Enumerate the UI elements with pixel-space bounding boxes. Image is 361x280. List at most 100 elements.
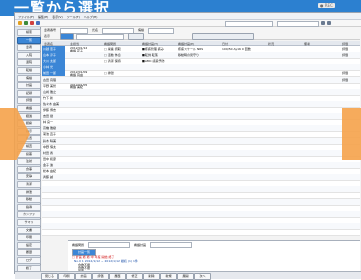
cell-problem: □ 清潔 保持 xyxy=(104,59,121,64)
filter-label-id: 患者番号 xyxy=(44,28,57,32)
sidebar-item[interactable]: 排泄 xyxy=(17,188,41,196)
patient-name[interactable]: 林 良一 xyxy=(42,119,65,125)
table-row[interactable] xyxy=(42,229,360,236)
detail-label-problem: 看護問題 xyxy=(72,243,85,247)
patient-name[interactable]: 山本 淳子 xyxy=(42,52,65,59)
cell-plan: ■転倒 転落 xyxy=(142,53,158,58)
patient-grid: 川越 恵子 2012/01/12 看護 花子 □ 栄養 摂取 ■疼痛管理 痛み 疼痛スケー… xyxy=(42,46,360,236)
detail-label-plan: 看護計画 xyxy=(134,243,147,247)
save-icon[interactable] xyxy=(24,21,28,25)
menu-help[interactable]: ヘルプ(H) xyxy=(84,15,98,19)
menu-bar: ファイル(F) 編集(E) 表示(V) ツール(T) ヘルプ(H) xyxy=(15,13,361,20)
open-icon[interactable] xyxy=(18,21,22,25)
sidebar-item[interactable]: 履歴 xyxy=(17,249,41,257)
toolbar xyxy=(15,20,361,27)
sidebar-item[interactable]: 計画 xyxy=(17,82,41,90)
patient-name[interactable]: 菊池 直子 xyxy=(42,131,65,137)
bottom-button[interactable]: 次へ xyxy=(194,273,211,280)
menu-file[interactable]: ファイル(F) xyxy=(18,15,34,19)
patient-name[interactable]: 高橋 雅樹 xyxy=(42,125,65,131)
patient-name[interactable]: 佐々木 由美 xyxy=(42,101,65,107)
display-toggle[interactable] xyxy=(60,33,74,40)
filter-label-display: 表示 xyxy=(44,34,51,38)
patient-name[interactable]: 斉藤 誠 xyxy=(42,174,65,180)
bottom-button[interactable]: 履歴 xyxy=(109,273,126,280)
bottom-button[interactable]: 修正 xyxy=(126,273,143,280)
filter-bar: 患者番号 氏名 病棟 表示 xyxy=(42,27,360,40)
patient-name[interactable]: 竹下 新 xyxy=(42,95,65,101)
cell-plan: ■疼痛管理 痛み xyxy=(142,47,164,51)
sidebar-item[interactable]: 記録 xyxy=(17,89,41,97)
sidebar-item[interactable]: 食事 xyxy=(17,165,41,173)
patient-name[interactable]: 山崎 雅之 xyxy=(42,89,65,95)
filter-label-ward: 病棟 xyxy=(138,28,145,32)
patient-name[interactable]: 伊藤 博志 xyxy=(42,107,65,113)
cell-eval: 評価 xyxy=(342,77,349,82)
ward-select[interactable] xyxy=(148,28,174,34)
delete-icon[interactable] xyxy=(30,21,34,25)
bottom-button[interactable]: 計画 xyxy=(75,273,92,280)
detail-problem-field[interactable] xyxy=(88,242,130,248)
sidebar-item[interactable]: 入院 xyxy=(17,51,41,59)
patient-name[interactable]: 鈴木 晴美 xyxy=(42,138,65,144)
bottom-button[interactable]: 削除 xyxy=(143,273,160,280)
bottom-button[interactable]: 展開 xyxy=(177,273,194,280)
sidebar-item[interactable]: 移動 xyxy=(17,196,41,204)
patient-name[interactable]: 前田 一郎 xyxy=(42,70,65,77)
patient-name[interactable]: 小林 光 xyxy=(42,64,65,71)
patient-name[interactable]: 田中 和彦 xyxy=(42,156,65,162)
options-row[interactable] xyxy=(192,33,254,40)
patient-name[interactable]: 松本 由紀 xyxy=(42,168,65,174)
sidebar-item[interactable]: カンファ xyxy=(17,211,41,219)
patient-name[interactable]: 吉田 健 xyxy=(42,113,65,119)
cell-eval: 評価 xyxy=(342,47,349,51)
sidebar-item[interactable]: 病棟 xyxy=(17,74,41,82)
sidebar-item[interactable]: 検索 xyxy=(17,29,41,36)
cell-eval: 評価 xyxy=(342,71,349,76)
sidebar-item[interactable]: 印刷 xyxy=(17,234,41,242)
sidebar-item[interactable]: 一覧 xyxy=(17,36,41,44)
search-button[interactable] xyxy=(128,33,144,40)
sidebar-item[interactable]: 患者 xyxy=(17,44,41,52)
sidebar-item[interactable]: 評価 xyxy=(17,97,41,105)
menu-tools[interactable]: ツール(T) xyxy=(67,15,80,19)
bottom-button[interactable]: 印刷 xyxy=(58,273,75,280)
sidebar-item[interactable]: 注射 xyxy=(17,158,41,166)
cell-eval: 評価 xyxy=(342,53,349,58)
cell-plan2: 移動時の見守り xyxy=(178,53,200,58)
sidebar-item[interactable]: 看護 xyxy=(17,105,41,112)
bottom-button[interactable]: 評価 xyxy=(92,273,109,280)
menu-view[interactable]: 表示(V) xyxy=(52,15,62,19)
settings-icon[interactable] xyxy=(321,21,325,25)
patient-name[interactable]: 金子 進 xyxy=(42,162,65,168)
sidebar-item[interactable]: 退院 xyxy=(17,59,41,67)
bottom-button[interactable]: 新規 xyxy=(160,273,177,280)
menu-edit[interactable]: 編集(E) xyxy=(38,15,48,19)
date-range-input[interactable] xyxy=(76,34,124,40)
bottom-button[interactable]: 閉じる xyxy=(41,273,58,280)
patient-name[interactable]: 川越 恵子 xyxy=(42,46,65,52)
detail-plan-field[interactable] xyxy=(150,242,192,248)
sidebar-item[interactable]: 文書 xyxy=(17,226,41,234)
filter-label-name: 氏名 xyxy=(92,28,99,32)
print-icon[interactable] xyxy=(36,21,40,25)
cell-flag: 100/50 Ay16 0 回数 xyxy=(222,47,251,51)
patient-name[interactable]: 村田 香 xyxy=(42,150,65,156)
patient-name[interactable]: 古田 真理 xyxy=(42,77,65,83)
cell-plan2: 疼痛スケール NRS xyxy=(178,47,204,51)
cell-plan: ■AMC 感染予防 xyxy=(142,59,165,64)
sidebar-item[interactable]: 安静 xyxy=(17,173,41,181)
cell-problem: □ 栄養 摂取 xyxy=(104,47,121,51)
sidebar-item[interactable]: ログ xyxy=(17,257,41,264)
patient-name[interactable]: 中野 慎太 xyxy=(42,144,65,150)
sidebar-item[interactable]: 設定 xyxy=(17,241,41,249)
sidebar-item[interactable]: 転棟 xyxy=(17,67,41,74)
patient-name[interactable]: 大川 太郎 xyxy=(42,58,65,65)
sidebar-item[interactable]: 指導 xyxy=(17,203,41,211)
sidebar-item[interactable]: 清潔 xyxy=(17,181,41,188)
cell-problem: □ 活動 休息 xyxy=(104,53,121,58)
cell-problem: □ 排泄 xyxy=(104,71,114,76)
sidebar-item[interactable]: サマリ xyxy=(17,219,41,226)
patient-name[interactable]: 平野 美智 xyxy=(42,83,65,89)
help-icon[interactable] xyxy=(327,21,331,25)
